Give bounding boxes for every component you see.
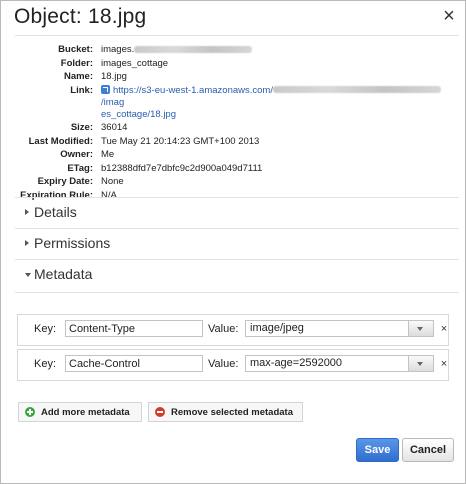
remove-metadata-button[interactable]: Remove selected metadata (148, 402, 303, 422)
section-label: Metadata (34, 266, 93, 282)
bucket-value: images. (101, 44, 135, 55)
add-metadata-button[interactable]: Add more metadata (18, 402, 142, 422)
property-value: Tue May 21 20:14:23 GMT+100 2013 (101, 135, 260, 147)
metadata-divider (15, 292, 459, 293)
property-value: images_cottage (101, 57, 169, 69)
chevron-down-icon[interactable] (408, 321, 433, 336)
section-label: Details (34, 204, 77, 220)
value-label: Value: (208, 358, 239, 370)
chevron-down-icon[interactable] (408, 356, 433, 371)
title-divider (15, 35, 459, 36)
property-row: Folder: images_cottage (1, 58, 461, 70)
property-value: None (101, 176, 124, 188)
dialog-title: Object: 18.jpg (14, 5, 147, 28)
value-label: Value: (208, 323, 239, 335)
section-metadata[interactable]: Metadata (15, 259, 459, 290)
section-permissions[interactable]: Permissions (15, 228, 459, 259)
property-label: Link: (70, 84, 93, 96)
property-row: Link: https://s3-eu-west-1.amazonaws.com… (1, 84, 461, 122)
key-label: Key: (34, 358, 57, 370)
metadata-key-input[interactable] (65, 320, 203, 337)
property-label: Last Modified: (28, 135, 93, 147)
cancel-button[interactable]: Cancel (402, 438, 454, 462)
property-row: Name: 18.jpg (1, 71, 461, 83)
metadata-row: Key: Value: image/jpeg (17, 314, 449, 346)
property-label: Size: (70, 122, 93, 134)
property-value: b12388dfd7e7dbfc9c2d900a049d7111 (101, 162, 263, 174)
chevron-right-icon (25, 240, 29, 246)
metadata-key-input[interactable] (65, 355, 203, 372)
link-icon (101, 84, 110, 94)
property-row: ETag: b12388dfd7e7dbfc9c2d900a049d7111 (1, 163, 461, 175)
property-label: Folder: (60, 57, 93, 69)
property-row: Size: 36014 (1, 122, 461, 134)
property-row: Bucket: images. (1, 44, 461, 56)
section-details[interactable]: Details (15, 197, 459, 228)
redacted-text (272, 86, 441, 94)
metadata-value-combo[interactable]: max-age=2592000 (245, 355, 434, 372)
button-label: Remove selected metadata (171, 407, 293, 418)
link-text-line2[interactable]: es_cottage/18.jpg (101, 109, 176, 120)
button-label: Add more metadata (41, 407, 130, 418)
object-properties: Bucket: images. Folder: images_cottage N… (1, 44, 461, 203)
property-value: images. (101, 44, 461, 56)
property-row: Expiry Date: None (1, 176, 461, 188)
close-icon[interactable]: × (438, 322, 450, 336)
key-label: Key: (34, 323, 57, 335)
property-label: Name: (63, 71, 93, 82)
property-row: Last Modified: Tue May 21 20:14:23 GMT+1… (1, 136, 461, 148)
metadata-value-combo[interactable]: image/jpeg (245, 320, 434, 337)
property-value: 36014 (101, 122, 128, 134)
link-text-end[interactable]: /imag (101, 97, 124, 108)
chevron-down-icon (25, 273, 31, 277)
minus-circle-icon (155, 407, 165, 417)
property-label: Owner: (60, 149, 93, 161)
property-label: ETag: (67, 162, 93, 174)
close-icon[interactable]: × (440, 4, 458, 28)
property-label: Bucket: (58, 44, 93, 55)
property-value: https://s3-eu-west-1.amazonaws.com//imag… (101, 84, 461, 122)
property-value: 18.jpg (101, 71, 127, 82)
save-button[interactable]: Save (356, 438, 399, 462)
metadata-value-text[interactable]: max-age=2592000 (250, 357, 342, 369)
link-text-start[interactable]: https://s3-eu-west-1.amazonaws.com/ (113, 85, 273, 96)
section-label: Permissions (34, 235, 111, 251)
redacted-text (134, 45, 253, 53)
object-link[interactable]: https://s3-eu-west-1.amazonaws.com//imag… (101, 85, 441, 120)
object-dialog: Object: 18.jpg × Bucket: images. Folder:… (0, 0, 466, 484)
metadata-row: Key: Value: max-age=2592000 (17, 349, 449, 381)
chevron-right-icon (25, 209, 29, 215)
property-row: Owner: Me (1, 149, 461, 161)
plus-circle-icon (25, 407, 35, 417)
close-icon[interactable]: × (438, 357, 450, 371)
metadata-value-text[interactable]: image/jpeg (250, 322, 304, 334)
property-label: Expiry Date: (37, 176, 93, 188)
property-value: Me (101, 149, 115, 161)
